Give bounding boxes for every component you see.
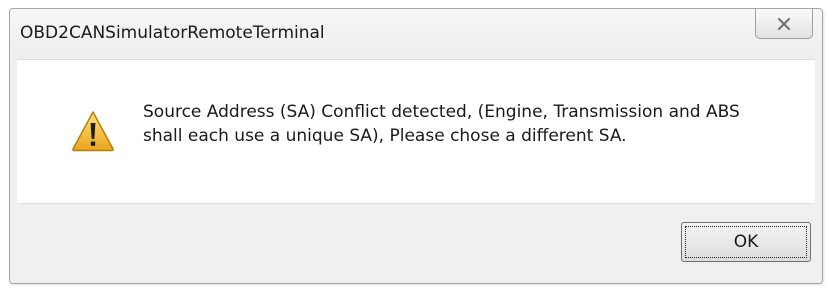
close-icon bbox=[778, 17, 790, 30]
title-bar[interactable]: OBD2CANSimulatorRemoteTerminal bbox=[10, 9, 822, 59]
message-line-2: shall each use a unique SA), Please chos… bbox=[143, 126, 627, 146]
ok-button[interactable]: OK bbox=[681, 222, 811, 262]
window-title: OBD2CANSimulatorRemoteTerminal bbox=[20, 23, 325, 43]
message-area: Source Address (SA) Conflict detected, (… bbox=[17, 59, 815, 203]
message-line-1: Source Address (SA) Conflict detected, (… bbox=[143, 102, 740, 122]
message-dialog: OBD2CANSimulatorRemoteTerminal Source Ad… bbox=[9, 8, 823, 284]
warning-icon bbox=[72, 111, 114, 152]
close-button[interactable] bbox=[755, 9, 813, 39]
message-text: Source Address (SA) Conflict detected, (… bbox=[143, 100, 803, 148]
button-bar: OK bbox=[17, 203, 815, 275]
